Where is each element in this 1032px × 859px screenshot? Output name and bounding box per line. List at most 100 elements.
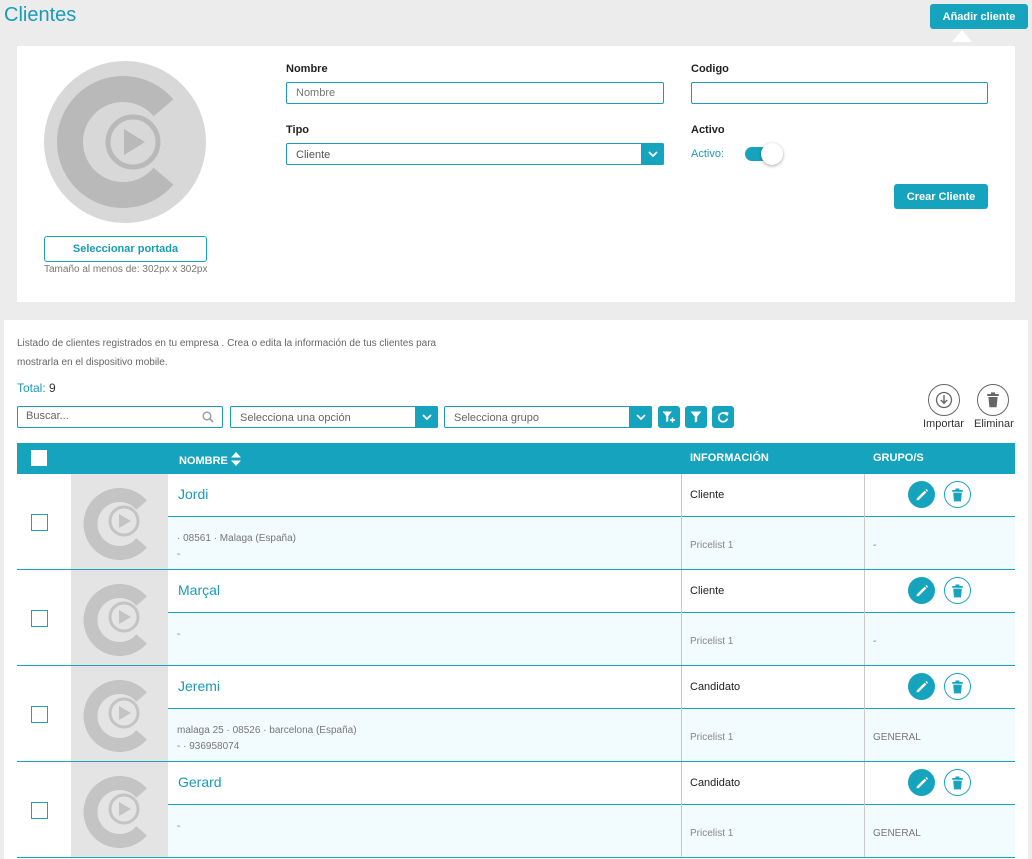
search-input[interactable]: Buscar... — [17, 406, 223, 428]
client-thumbnail — [71, 570, 168, 665]
chevron-down-icon[interactable] — [415, 406, 438, 428]
option-select[interactable]: Selecciona una opción — [230, 406, 438, 428]
chevron-down-icon[interactable] — [629, 406, 652, 428]
client-group: - — [873, 636, 877, 647]
trash-icon — [952, 584, 963, 597]
client-address: · 08561 · Malaga (España) - — [177, 531, 296, 563]
nombre-label: Nombre — [286, 63, 328, 75]
codigo-label: Codigo — [691, 63, 729, 75]
column-divider — [681, 666, 682, 761]
filter-button[interactable] — [685, 406, 707, 428]
row-top-band — [168, 474, 1015, 517]
import-button[interactable] — [928, 384, 960, 416]
create-client-button[interactable]: Crear Cliente — [894, 184, 988, 209]
client-group: GENERAL — [873, 828, 921, 839]
client-name-link[interactable]: Gerard — [178, 774, 222, 790]
select-cover-button[interactable]: Seleccionar portada — [44, 236, 207, 262]
add-client-button[interactable]: Añadir cliente — [930, 4, 1028, 29]
client-name-link[interactable]: Marçal — [178, 582, 220, 598]
table-body: Jordi Cliente · 08561 · Malaga (España) … — [17, 474, 1015, 858]
nombre-input[interactable] — [286, 82, 664, 104]
refresh-button[interactable] — [712, 406, 734, 428]
row-bottom-band — [168, 613, 1015, 665]
trash-icon — [952, 680, 963, 693]
total-value: 9 — [49, 381, 56, 395]
column-informacion: INFORMACIÓN — [690, 452, 769, 464]
filter-icon — [690, 411, 702, 423]
client-pricelist: Pricelist 1 — [690, 732, 734, 743]
row-top-band — [168, 762, 1015, 805]
client-address: - — [177, 819, 180, 835]
column-divider — [864, 570, 865, 665]
client-thumbnail — [71, 474, 168, 569]
delete-button[interactable] — [944, 673, 971, 700]
client-phone-line: - — [177, 629, 181, 640]
delete-button[interactable] — [944, 769, 971, 796]
client-pricelist: Pricelist 1 — [690, 828, 734, 839]
edit-button[interactable] — [908, 673, 935, 700]
column-divider — [681, 474, 682, 569]
pencil-icon — [916, 488, 928, 500]
option-select-value: Selecciona una opción — [240, 412, 351, 424]
client-name-link[interactable]: Jeremi — [178, 678, 220, 694]
row-checkbox[interactable] — [31, 514, 48, 531]
client-type: Candidato — [690, 681, 741, 693]
cover-image-placeholder[interactable] — [44, 61, 206, 223]
delete-button[interactable] — [944, 481, 971, 508]
client-thumbnail — [71, 762, 168, 857]
table-row[interactable]: Jeremi Candidato malaga 25 · 08526 · bar… — [17, 666, 1015, 762]
row-checkbox[interactable] — [31, 610, 48, 627]
edit-button[interactable] — [908, 481, 935, 508]
trash-icon — [952, 488, 963, 501]
client-name-link[interactable]: Jordi — [178, 486, 208, 502]
delete-selected-button[interactable] — [977, 384, 1009, 416]
client-group: GENERAL — [873, 732, 921, 743]
chevron-down-icon[interactable] — [641, 143, 664, 165]
edit-button[interactable] — [908, 577, 935, 604]
tipo-select[interactable]: Cliente — [286, 143, 664, 165]
client-address-line: · 08561 · Malaga (España) — [177, 533, 296, 544]
row-top-band — [168, 570, 1015, 613]
sort-icon[interactable] — [230, 452, 241, 466]
client-phone-line: - — [177, 549, 181, 560]
codigo-input[interactable] — [691, 82, 988, 104]
placeholder-logo-icon — [83, 680, 147, 752]
client-thumbnail — [71, 666, 168, 761]
client-group: - — [873, 540, 877, 551]
client-address: malaga 25 · 08526 · barcelona (España) -… — [177, 723, 357, 755]
client-phone-line: - — [177, 821, 181, 832]
total-count: Total: 9 — [17, 381, 56, 395]
tipo-select-value: Cliente — [296, 149, 331, 161]
group-select-value: Selecciona grupo — [454, 412, 540, 424]
trash-icon — [952, 776, 963, 789]
cover-size-hint: Tamaño al menos de: 302px x 302px — [44, 264, 208, 275]
column-nombre[interactable]: NOMBRE — [179, 452, 241, 467]
search-icon — [202, 411, 214, 423]
refresh-icon — [717, 411, 729, 423]
row-top-band — [168, 666, 1015, 709]
table-header: NOMBRE INFORMACIÓN GRUPO/S — [17, 443, 1015, 474]
activo-toggle[interactable] — [745, 143, 783, 165]
table-row[interactable]: Jordi Cliente · 08561 · Malaga (España) … — [17, 474, 1015, 570]
activo-toggle-label: Activo: — [691, 148, 725, 160]
group-select[interactable]: Selecciona grupo — [444, 406, 652, 428]
row-checkbox[interactable] — [31, 802, 48, 819]
column-divider — [864, 666, 865, 761]
download-icon — [935, 391, 953, 409]
client-type: Cliente — [690, 585, 725, 597]
search-placeholder: Buscar... — [26, 410, 69, 422]
column-divider — [681, 570, 682, 665]
table-row[interactable]: Gerard Candidato - Pricelist 1 GENERAL — [17, 762, 1015, 858]
row-checkbox[interactable] — [31, 706, 48, 723]
edit-button[interactable] — [908, 769, 935, 796]
table-row[interactable]: Marçal Cliente - Pricelist 1 - — [17, 570, 1015, 666]
toggle-knob — [761, 143, 783, 165]
column-divider — [864, 762, 865, 857]
delete-button[interactable] — [944, 577, 971, 604]
import-label: Importar — [923, 418, 964, 430]
client-type: Cliente — [690, 489, 725, 501]
column-grupos: GRUPO/S — [873, 452, 924, 464]
select-all-checkbox[interactable] — [31, 450, 47, 466]
client-address: - — [177, 627, 180, 643]
add-filter-button[interactable] — [658, 406, 680, 428]
